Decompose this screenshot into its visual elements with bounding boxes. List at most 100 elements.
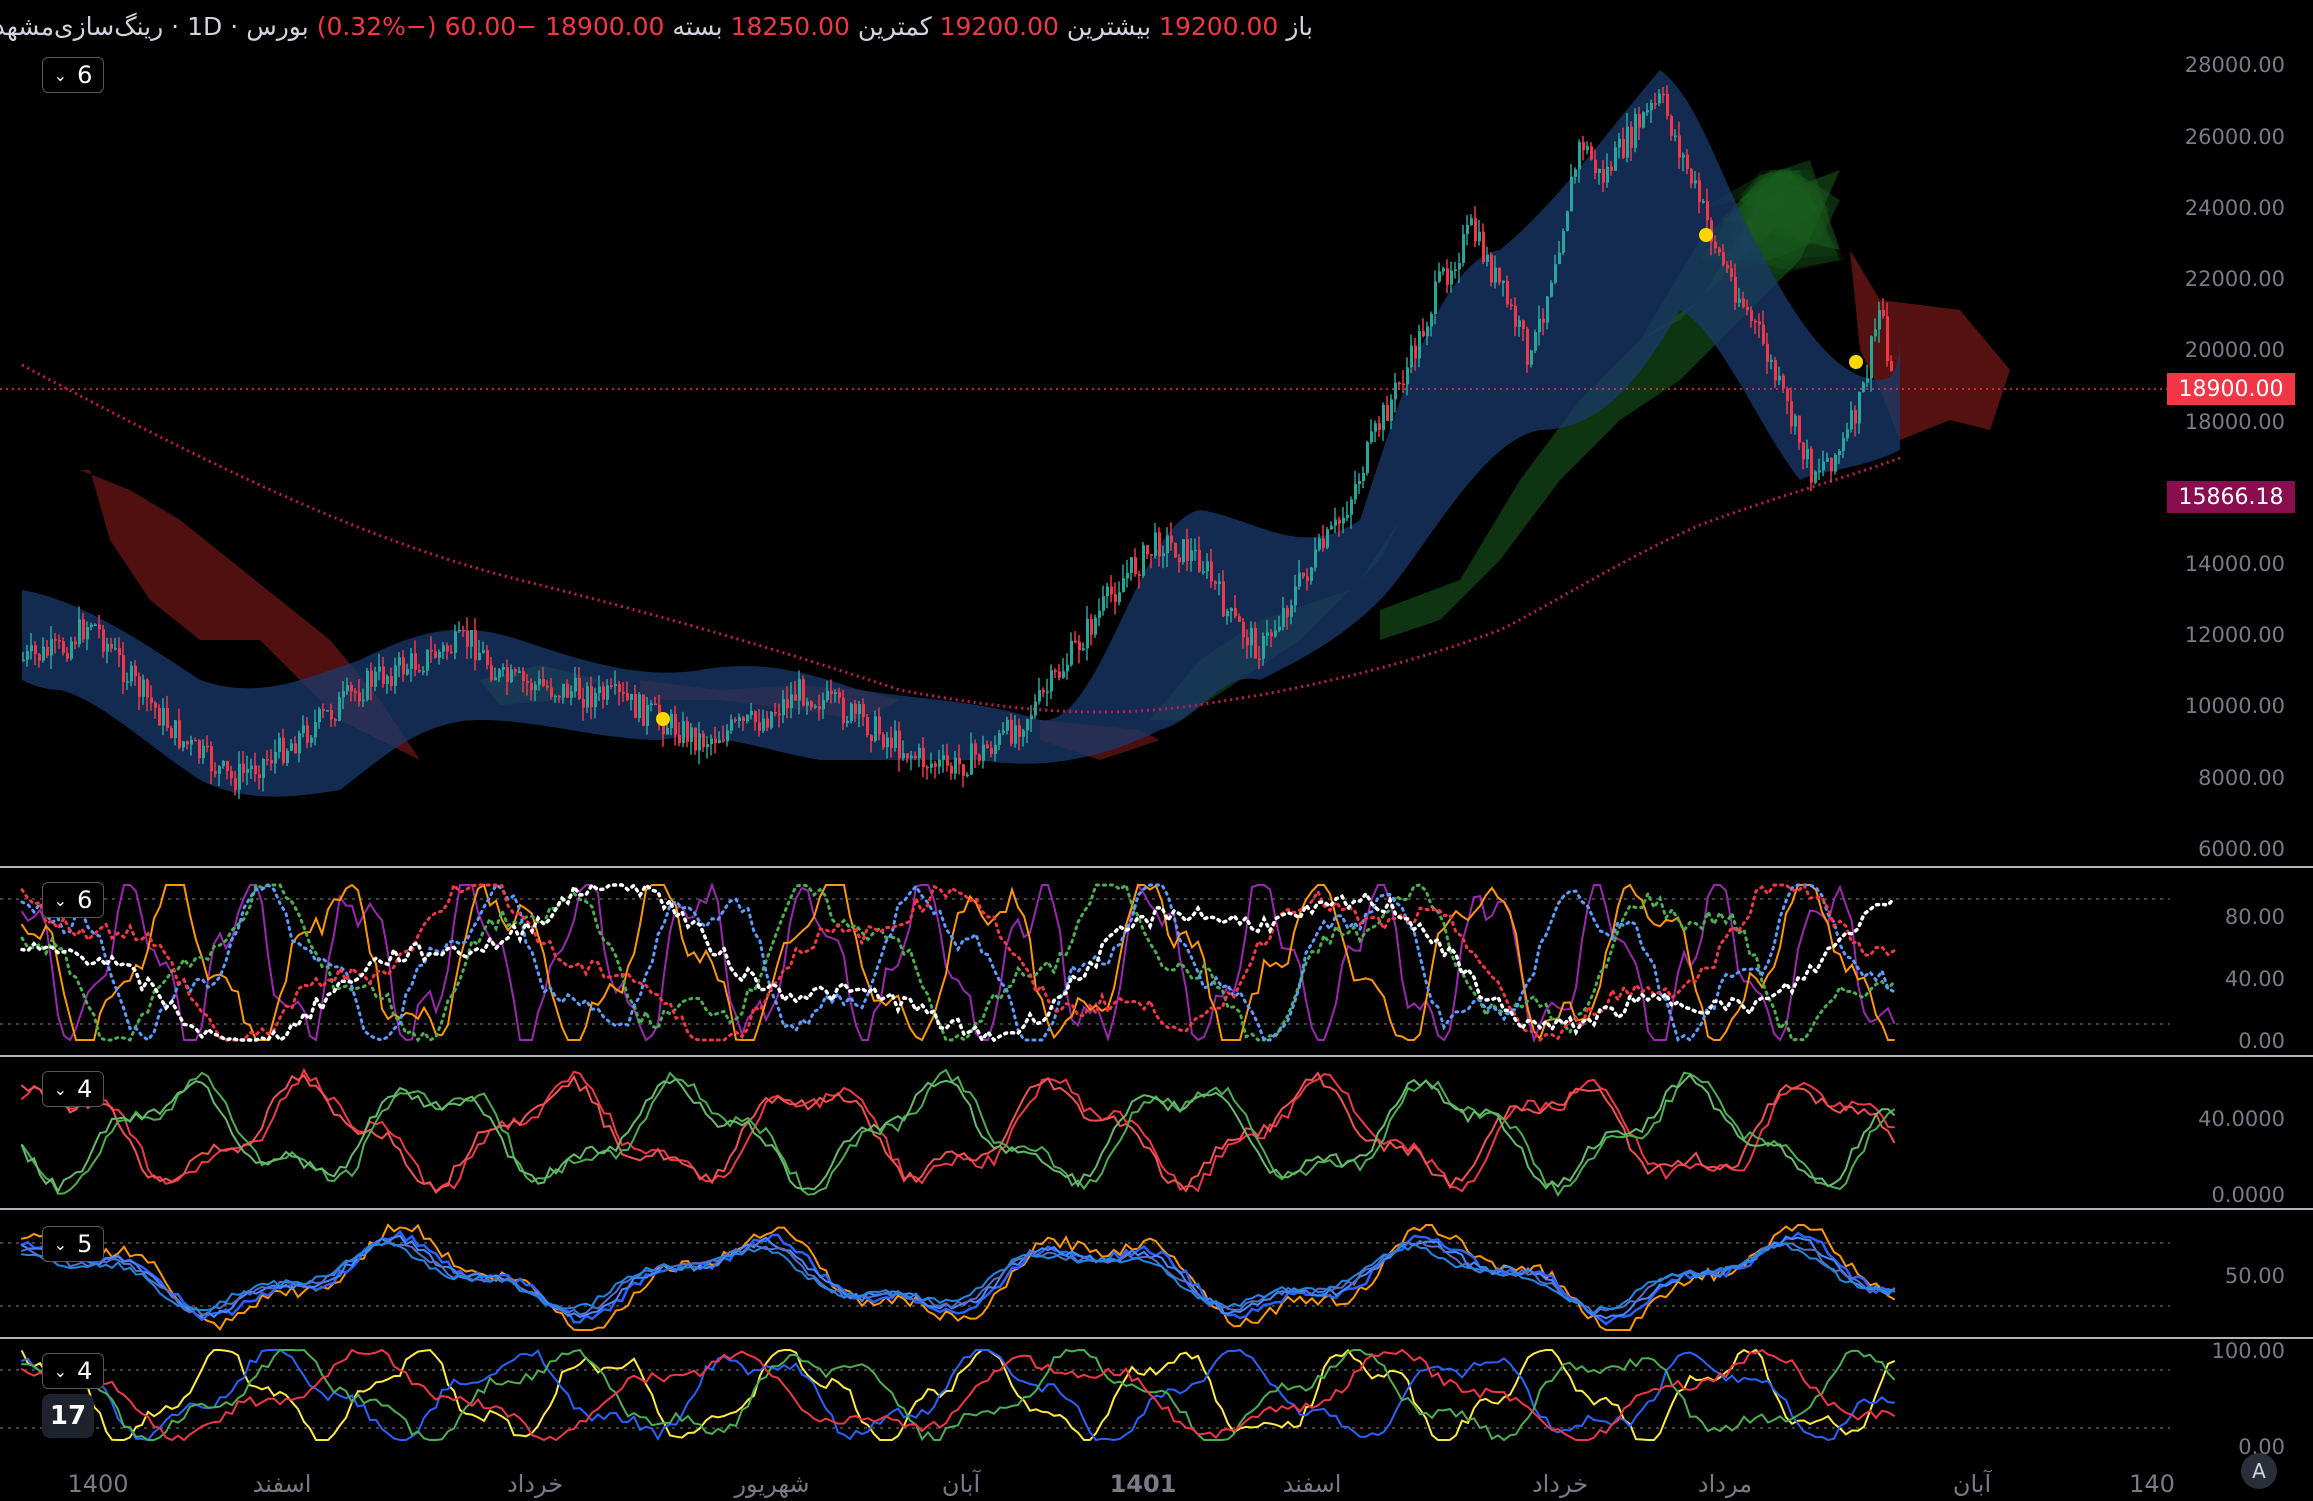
candle-body	[1774, 359, 1777, 381]
candle-body	[1750, 310, 1753, 321]
candle-body	[1266, 632, 1269, 636]
candle-body	[578, 677, 581, 700]
candle-body	[470, 630, 473, 647]
candle-body	[710, 738, 713, 745]
candle-body	[330, 710, 333, 720]
indicator-count: 5	[77, 1230, 93, 1258]
candle-body	[1534, 332, 1537, 351]
auto-scale-button[interactable]: A	[2241, 1453, 2277, 1489]
candle-body	[614, 684, 617, 687]
candle-body	[322, 709, 325, 711]
signal-dot[interactable]	[1849, 355, 1863, 369]
candle-body	[342, 691, 345, 698]
candle-body	[94, 624, 97, 627]
candle-body	[82, 619, 85, 640]
time-tick: خرداد	[507, 1470, 563, 1498]
candle-body	[730, 719, 733, 731]
candle-body	[1098, 610, 1101, 618]
candle-body	[1030, 715, 1033, 720]
candle-body	[1810, 448, 1813, 483]
candle-body	[1670, 116, 1673, 136]
candle-body	[626, 693, 629, 700]
oscillator-pane-3[interactable]	[20, 1223, 1896, 1331]
candle-body	[1090, 619, 1093, 635]
candle-body	[1630, 126, 1633, 148]
candle-body	[1198, 549, 1201, 572]
price-axis[interactable]: 28000.00 26000.00 24000.00 22000.00 2000…	[2185, 53, 2285, 861]
indicators-toggle-button[interactable]: ⌄ 4	[42, 1071, 104, 1107]
candle-body	[26, 651, 29, 660]
candle-body	[262, 759, 265, 778]
osc2-tick: 0.0000	[2212, 1183, 2285, 1207]
candle-body	[574, 677, 577, 692]
candle-body	[1674, 135, 1677, 137]
candle-body	[870, 735, 873, 741]
candle-body	[1202, 571, 1205, 573]
candle-body	[1166, 535, 1169, 554]
candle-body	[1502, 280, 1505, 283]
candle-body	[1650, 103, 1653, 111]
oscillator-pane-2[interactable]	[21, 1067, 1895, 1197]
oscillator-pane-1[interactable]	[20, 881, 1896, 1044]
candle-body	[1346, 514, 1349, 518]
candle-body	[1250, 628, 1253, 646]
time-tick: اسفند	[253, 1470, 312, 1498]
indicators-toggle-button[interactable]: ⌄ 4	[42, 1353, 104, 1389]
candle-body	[1838, 451, 1841, 456]
tradingview-logo-icon[interactable]: 17	[42, 1394, 94, 1438]
osc1-tick: 40.00	[2225, 967, 2285, 991]
candle-body	[1182, 539, 1185, 563]
candle-body	[534, 684, 537, 691]
candle-body	[370, 670, 373, 687]
candle-body	[882, 734, 885, 748]
candle-body	[726, 730, 729, 742]
osc-axis[interactable]: 80.00 40.00 0.00 40.0000 0.0000 50.00 10…	[2198, 905, 2285, 1459]
candle-body	[1110, 586, 1113, 595]
candle-body	[1234, 608, 1237, 617]
indicators-toggle-button[interactable]: ⌄ 6	[42, 882, 104, 918]
symbol-name[interactable]: رینگ‌سازی‌مشهد	[0, 12, 163, 41]
candle-body	[74, 641, 77, 645]
candle-body	[1342, 517, 1345, 524]
time-tick: خرداد	[1532, 1470, 1588, 1498]
candle-body	[1314, 549, 1317, 568]
candle-body	[566, 683, 569, 698]
signal-dot[interactable]	[656, 712, 670, 726]
candle-body	[62, 641, 65, 654]
chart-canvas[interactable]: 28000.00 26000.00 24000.00 22000.00 2000…	[0, 0, 2313, 1501]
candle-body	[1634, 114, 1637, 148]
candle-body	[1374, 423, 1377, 432]
candle-body	[122, 655, 125, 683]
exchange-name[interactable]: بورس	[246, 12, 308, 41]
candle-body	[1658, 93, 1661, 104]
candle-body	[1350, 499, 1353, 515]
candle-body	[1758, 321, 1761, 325]
interval[interactable]: 1D	[187, 12, 222, 41]
indicators-toggle-button[interactable]: ⌄ 5	[42, 1226, 104, 1262]
candle-body	[138, 676, 141, 697]
candle-body	[1830, 457, 1833, 472]
candle-body	[1254, 628, 1257, 659]
candle-body	[190, 739, 193, 745]
candle-body	[806, 701, 809, 706]
candle-body	[1002, 730, 1005, 734]
close-value: 18900.00	[545, 11, 665, 41]
candle-body	[1506, 280, 1509, 305]
candle-body	[1546, 296, 1549, 323]
time-axis[interactable]: 1400 اسفند خرداد شهریور آبان 1401 اسفند …	[67, 1469, 2174, 1498]
oscillator-pane-4[interactable]	[21, 1348, 1895, 1442]
candle-body	[1738, 298, 1741, 303]
indicators-toggle-button[interactable]: ⌄ 6	[42, 57, 104, 93]
candle-body	[1610, 166, 1613, 171]
candle-body	[1730, 268, 1733, 277]
candle-body	[242, 763, 245, 773]
price-tick: 18000.00	[2185, 410, 2285, 434]
candle-body	[126, 681, 129, 683]
signal-dot[interactable]	[1699, 228, 1713, 242]
candle-body	[214, 771, 217, 774]
candle-body	[990, 748, 993, 755]
candle-body	[1134, 557, 1137, 575]
candle-body	[486, 650, 489, 666]
candle-body	[958, 757, 961, 765]
candle-body	[394, 665, 397, 686]
